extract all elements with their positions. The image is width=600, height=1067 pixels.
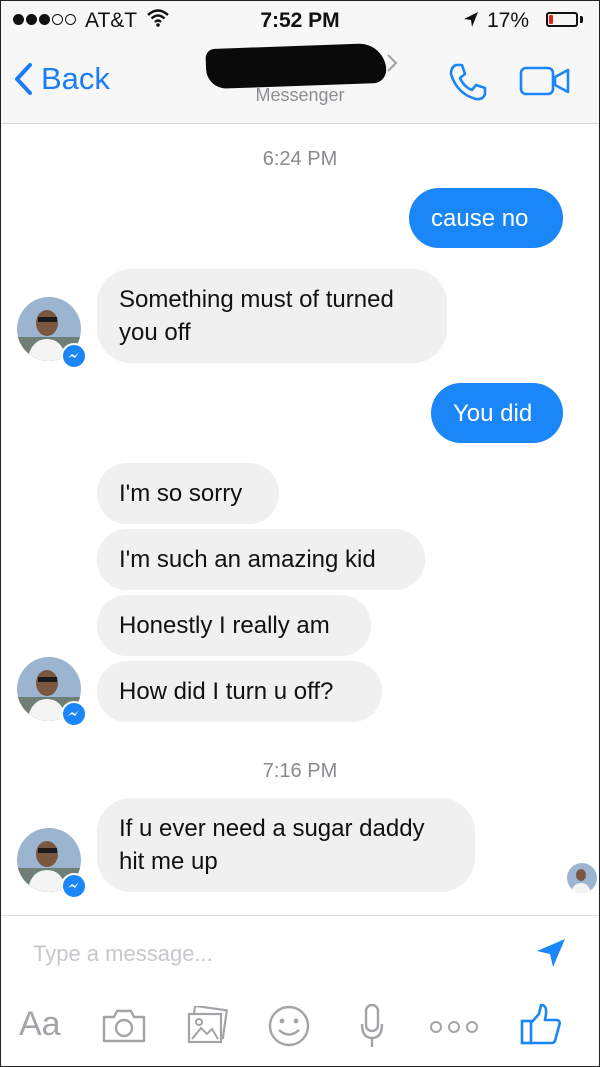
message-line: you off [119, 319, 191, 346]
message-incoming[interactable]: I'm such an amazing kid [97, 529, 425, 590]
message-incoming[interactable]: Honestly I really am [97, 595, 371, 656]
message-line: If u ever need a sugar daddy [119, 815, 425, 842]
location-arrow-icon [462, 10, 480, 36]
app-frame: AT&T 7:52 PM 17% Back Messenger 6:24 PM … [0, 0, 600, 1067]
read-receipt-avatar [567, 863, 597, 893]
phone-icon[interactable] [447, 61, 489, 108]
text-format-button[interactable]: Aa [19, 1005, 61, 1044]
battery-percent: 17% [487, 9, 530, 32]
messenger-badge-icon [61, 701, 87, 727]
microphone-icon[interactable] [359, 1002, 385, 1055]
composer: Aa [1, 915, 599, 1066]
message-input[interactable] [31, 940, 475, 968]
chevron-right-icon[interactable] [386, 53, 398, 78]
message-line: hit me up [119, 848, 218, 875]
timestamp: 7:16 PM [262, 760, 338, 782]
status-bar: AT&T 7:52 PM 17% [1, 1, 599, 41]
camera-icon[interactable] [101, 1008, 147, 1049]
battery-icon [546, 12, 578, 27]
battery-nub [580, 16, 583, 23]
battery-level [549, 15, 553, 24]
nav-bar: Back Messenger [1, 41, 599, 124]
message-outgoing[interactable]: cause no [409, 188, 563, 248]
gallery-icon[interactable] [185, 1004, 229, 1051]
redacted-contact-name[interactable] [205, 42, 387, 90]
message-incoming[interactable]: Something must of turned you off [97, 269, 447, 363]
video-camera-icon[interactable] [519, 65, 571, 102]
messenger-badge-icon [61, 873, 87, 899]
emoji-icon[interactable] [267, 1004, 311, 1053]
message-incoming[interactable]: I'm so sorry [97, 463, 279, 524]
message-incoming[interactable]: How did I turn u off? [97, 661, 382, 722]
message-outgoing[interactable]: You did [431, 383, 563, 443]
messenger-badge-icon [61, 343, 87, 369]
nav-subtitle: Messenger [255, 85, 345, 105]
more-icon[interactable] [429, 1020, 479, 1039]
thumbs-up-icon[interactable] [519, 1002, 563, 1051]
send-icon[interactable] [534, 936, 568, 975]
message-line: Something must of turned [119, 286, 394, 313]
message-incoming[interactable]: If u ever need a sugar daddy hit me up [97, 798, 475, 892]
timestamp: 6:24 PM [262, 148, 338, 170]
